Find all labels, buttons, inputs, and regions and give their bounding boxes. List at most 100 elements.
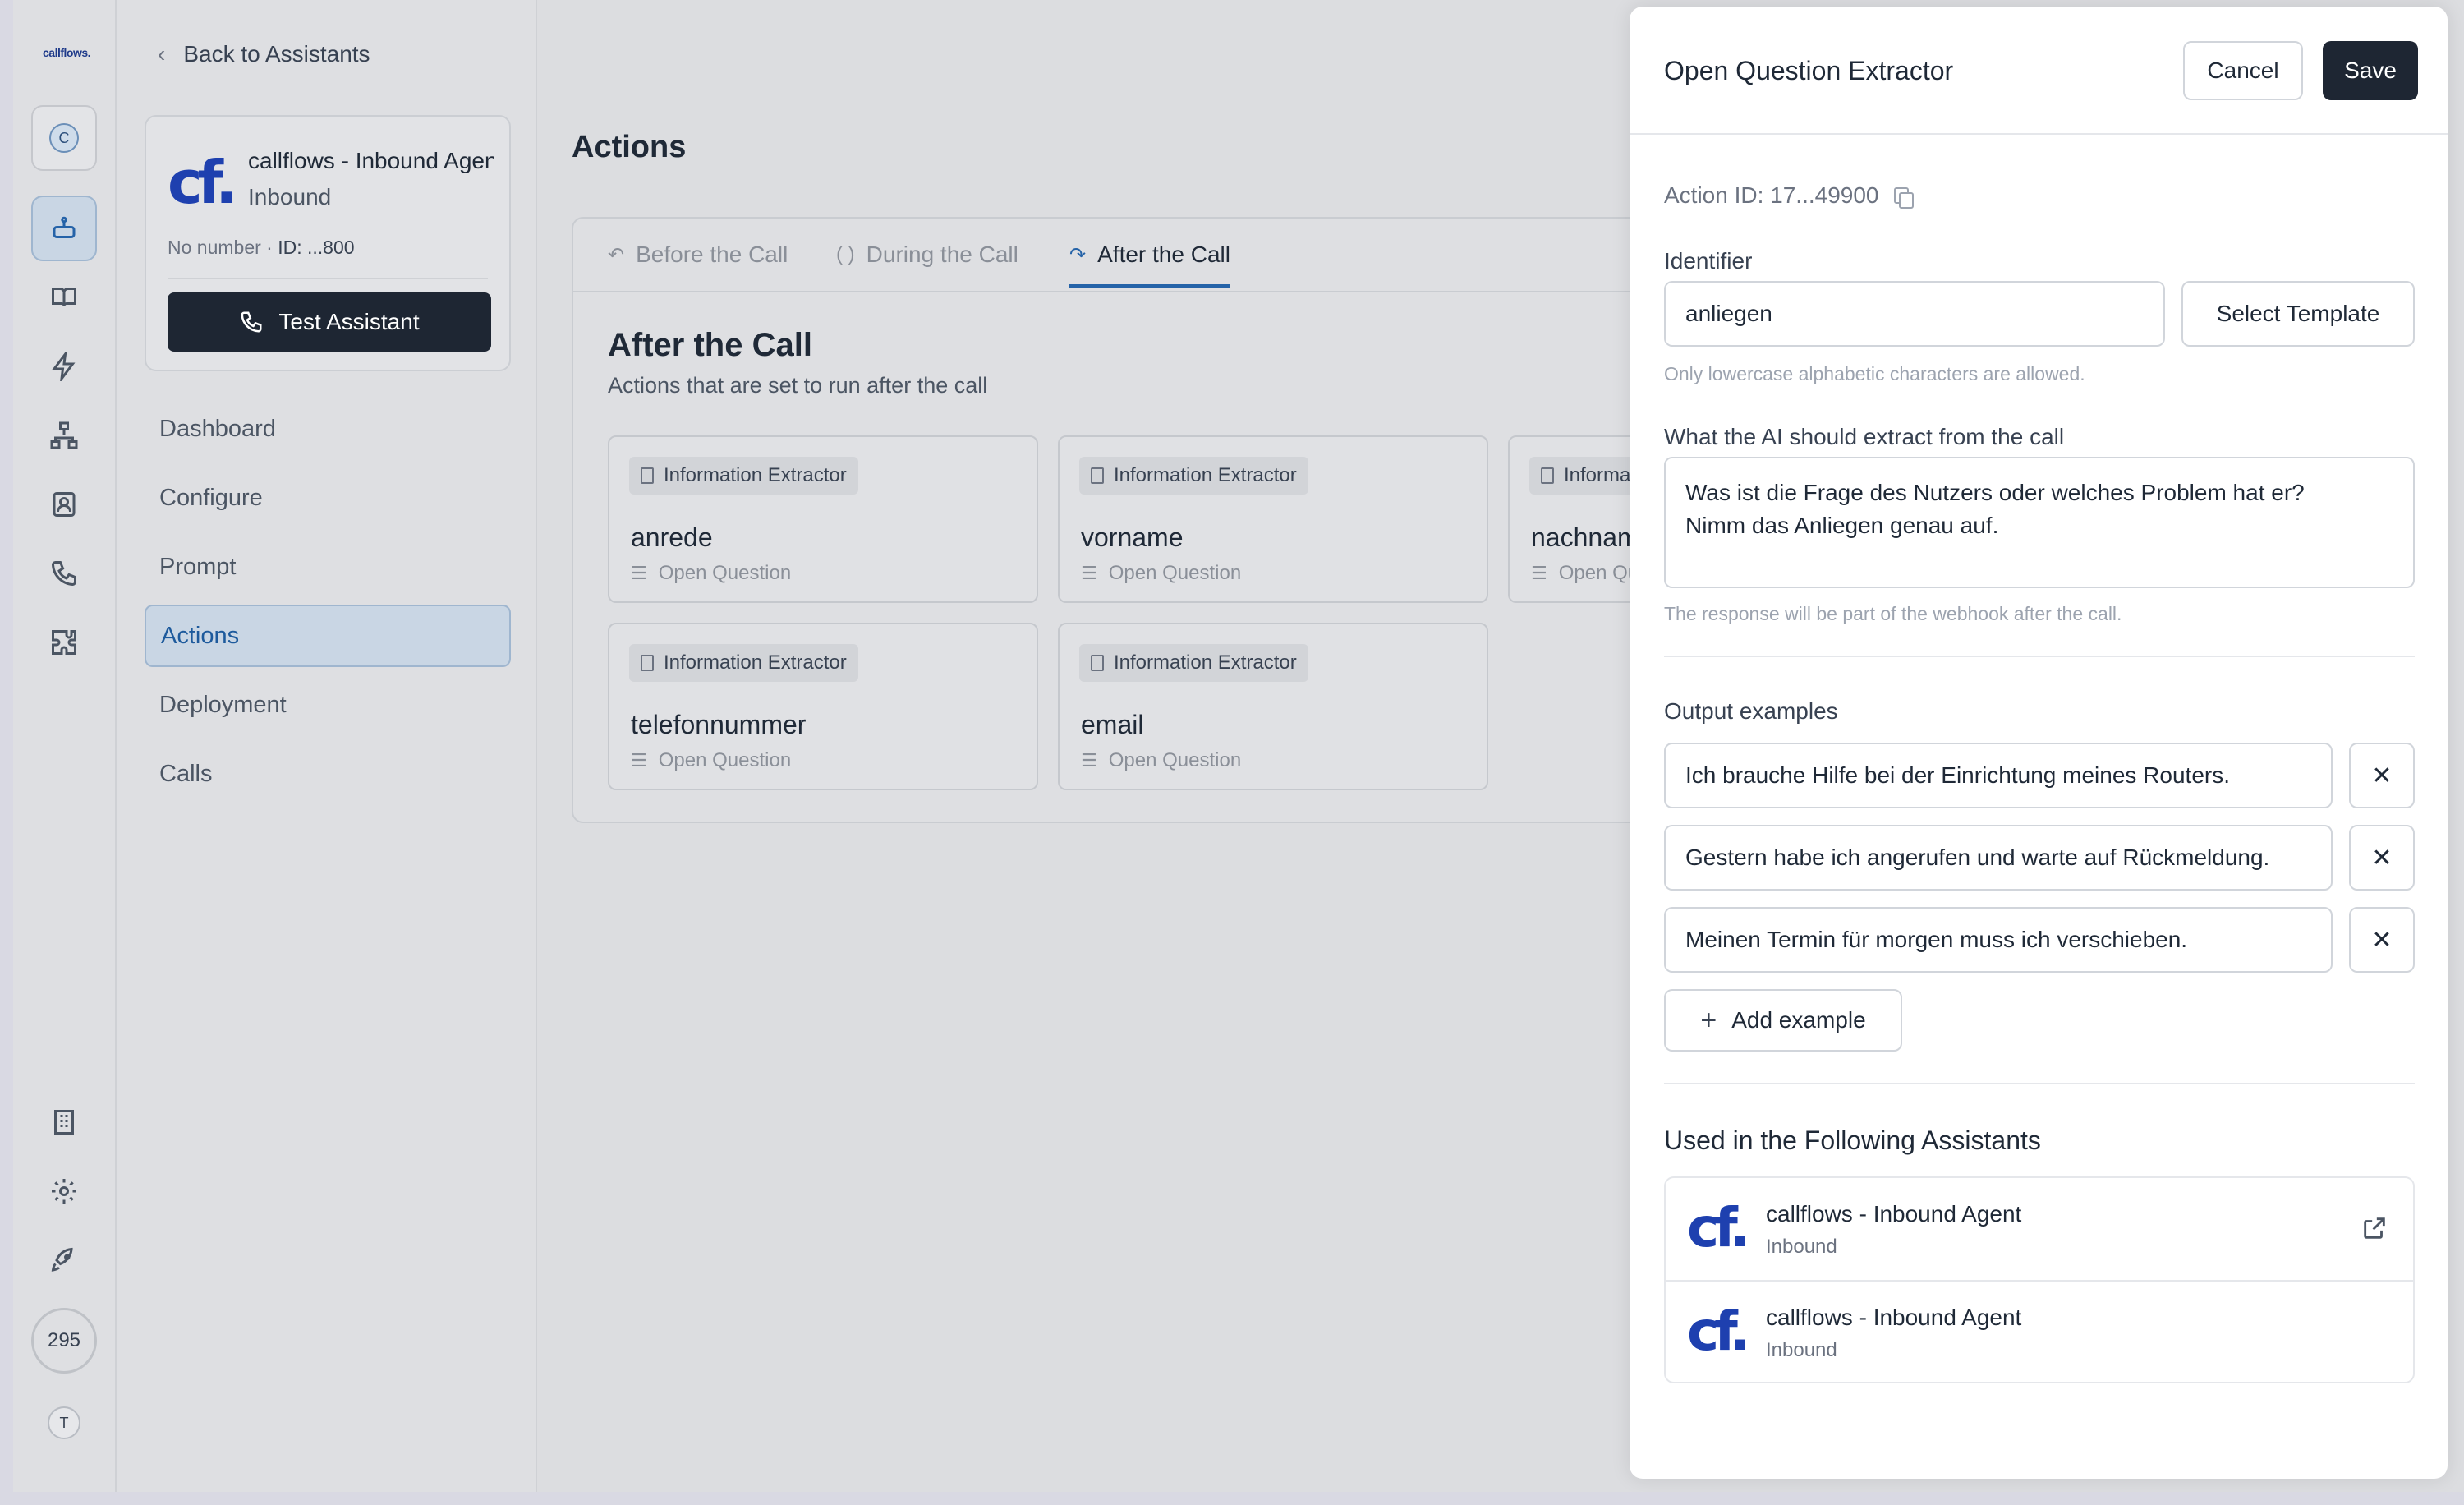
action-id: Action ID: 17...49900 [1664,182,1914,209]
lines-icon: ☰ [1531,563,1547,583]
tab-after-the-call[interactable]: ↷ After the Call [1069,242,1230,288]
used-assistants-title: Used in the Following Assistants [1664,1125,2041,1155]
action-card[interactable]: Information Extractor anrede ☰ Open Quest… [608,435,1038,603]
contact-icon[interactable] [31,472,97,537]
list-item[interactable]: cf. callflows - Inbound Agent Inbound [1666,1280,2413,1382]
extract-textarea[interactable]: Was ist die Frage des Nutzers oder welch… [1664,457,2415,588]
tab-during-the-call[interactable]: ( ) During the Call [836,242,1018,268]
network-icon[interactable] [31,403,97,468]
back-label: Back to Assistants [183,41,370,67]
section-title: After the Call [608,327,812,363]
chevron-left-icon: ‹ [158,41,166,67]
tab-bar: ↶ Before the Call ( ) During the Call ↷ … [573,219,1654,292]
sidebar-item-actions[interactable]: Actions [145,605,511,667]
remove-example-button[interactable]: ✕ [2349,743,2415,808]
phone-icon[interactable] [31,541,97,606]
example-input[interactable]: Meinen Termin für morgen muss ich versch… [1664,907,2333,973]
add-example-label: Add example [1731,1007,1866,1033]
page-title: Actions [572,130,687,164]
identifier-hint: Only lowercase alphabetic characters are… [1664,363,2085,384]
tab-before-the-call[interactable]: ↶ Before the Call [608,242,788,268]
section-subtitle: Actions that are set to run after the ca… [608,373,988,398]
assistant-card: cf. callflows - Inbound Agent Inbound No… [145,115,511,371]
lines-icon: ☰ [1081,750,1097,771]
rocket-icon[interactable] [31,1227,97,1293]
list-item[interactable]: cf. callflows - Inbound Agent Inbound [1666,1178,2413,1280]
assistant-name: callflows - Inbound Agent [1766,1305,2022,1330]
brand-logo: callflows. [43,46,91,59]
external-link-icon[interactable] [2361,1214,2388,1242]
action-card[interactable]: Information Extractor telefonnummer ☰ Ope… [608,623,1038,790]
test-assistant-label: Test Assistant [278,309,420,334]
test-assistant-button[interactable]: Test Assistant [168,292,491,352]
sidebar-item-dashboard[interactable]: Dashboard [145,398,511,460]
plus-icon: + [1700,1004,1717,1036]
assistant-name: callflows - Inbound Agent [1766,1201,2022,1227]
lines-icon: ☰ [631,750,647,771]
assistant-type: Inbound [248,184,332,209]
divider [1664,1083,2415,1084]
subtype-label: Open Question [1108,749,1242,771]
user-avatar[interactable]: T [48,1406,80,1439]
book-icon[interactable] [31,265,97,330]
drawer-title: Open Question Extractor [1664,56,1954,85]
example-input[interactable]: Gestern habe ich angerufen und warte auf… [1664,825,2333,891]
lines-icon: ☰ [1081,563,1097,583]
action-card[interactable]: Information Extractor email ☰ Open Questi… [1058,623,1488,790]
divider [168,278,488,279]
drawer-header: Open Question Extractor Cancel Save [1630,7,2448,135]
sidebar-item-prompt[interactable]: Prompt [145,536,511,598]
gear-icon[interactable] [31,1158,97,1224]
copy-icon[interactable] [1893,187,1914,209]
add-example-button[interactable]: + Add example [1664,989,1902,1052]
action-subtype: ☰ Open Question [631,749,791,772]
action-card[interactable]: Information Extractor vorname ☰ Open Ques… [1058,435,1488,603]
puzzle-icon[interactable] [31,610,97,675]
assistant-logo: cf. [168,148,237,217]
action-type-badge: Information Extractor [1079,644,1308,682]
assistant-number: No number [168,237,261,258]
assistant-id: ID: ...800 [278,237,355,258]
document-icon [641,467,654,484]
document-icon [1541,467,1554,484]
close-icon: ✕ [2371,926,2393,954]
assistant-icon[interactable] [31,196,97,261]
badge-label: Information Extractor [664,651,847,674]
example-input[interactable]: Ich brauche Hilfe bei der Einrichtung me… [1664,743,2333,808]
workspace-switcher[interactable]: C [31,105,97,171]
save-button[interactable]: Save [2323,41,2418,100]
remove-example-button[interactable]: ✕ [2349,907,2415,973]
document-icon [641,655,654,671]
sidebar-item-deployment[interactable]: Deployment [145,674,511,736]
remove-example-button[interactable]: ✕ [2349,825,2415,891]
select-template-button[interactable]: Select Template [2181,281,2415,347]
back-to-assistants-link[interactable]: ‹ Back to Assistants [158,41,370,67]
close-icon: ✕ [2371,844,2393,872]
action-type-badge: Information Extractor [629,644,858,682]
subtype-label: Open Question [658,562,792,584]
undo-arrow-icon: ↶ [608,243,625,266]
actions-panel: ↶ Before the Call ( ) During the Call ↷ … [572,217,1938,823]
used-assistants-list: cf. callflows - Inbound Agent Inbound cf… [1664,1176,2415,1383]
cancel-button[interactable]: Cancel [2183,41,2303,100]
main-content: Actions ↶ Before the Call ( ) During the… [537,0,1938,1492]
credits-counter[interactable]: 295 [31,1308,97,1374]
assistant-meta: No number · ID: ...800 [168,237,355,259]
assistant-type: Inbound [1766,1339,1837,1361]
building-icon[interactable] [31,1089,97,1155]
sidebar-item-calls[interactable]: Calls [145,743,511,805]
lightning-icon[interactable] [31,334,97,399]
identifier-label: Identifier [1664,248,1753,274]
examples-label: Output examples [1664,698,1838,724]
subtype-label: Open Question [1108,562,1242,584]
action-name: vorname [1081,522,1184,552]
action-subtype: ☰ Open Question [1081,749,1241,772]
action-editor-drawer: Open Question Extractor Cancel Save Acti… [1630,7,2448,1479]
sidebar-item-configure[interactable]: Configure [145,467,511,529]
badge-label: Information Extractor [1114,651,1297,674]
action-type-badge: Information Extractor [1079,457,1308,495]
sidebar-nav: Dashboard Configure Prompt Actions Deplo… [145,398,511,812]
identifier-input[interactable]: anliegen [1664,281,2165,347]
assistant-logo: cf. [1687,1196,1750,1259]
badge-label: Information Extractor [664,464,847,486]
